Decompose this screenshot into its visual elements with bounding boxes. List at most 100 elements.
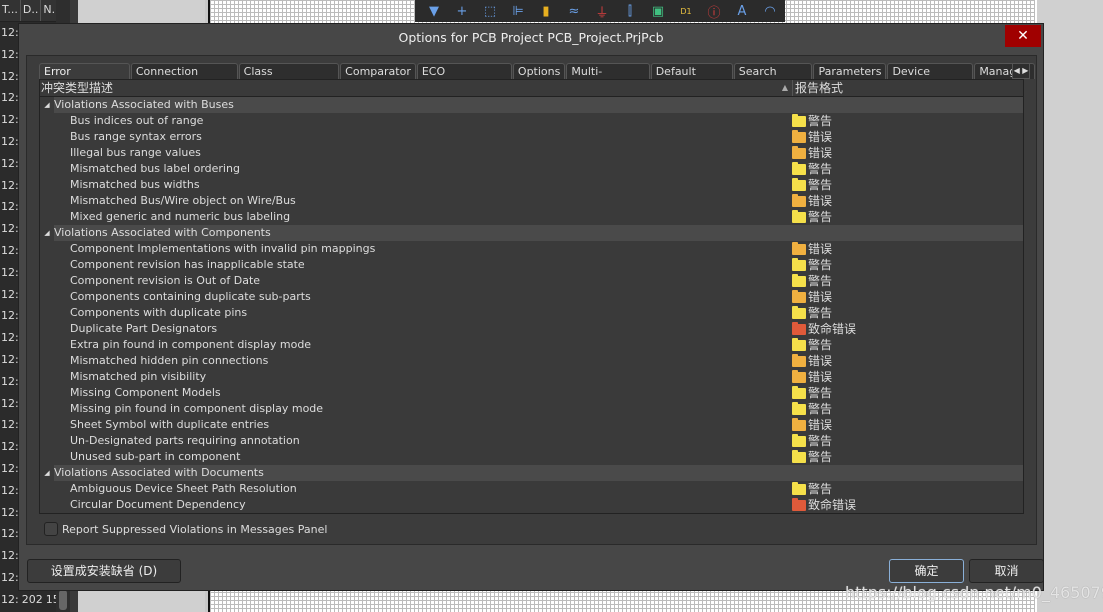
report-mode-select[interactable]: 致命错误 <box>792 321 856 337</box>
port-icon[interactable]: ⫿ <box>619 4 641 19</box>
tab-device-sheets[interactable]: Device Sheets <box>887 63 974 93</box>
group-row[interactable]: ◢ Violations Associated with Components <box>40 225 1023 241</box>
report-mode-select[interactable]: 错误 <box>792 369 832 385</box>
tab-search-paths[interactable]: Search Paths <box>733 63 813 93</box>
ground-icon[interactable]: ⏚ <box>591 2 613 21</box>
folder-icon <box>792 161 806 175</box>
table-row[interactable]: Bus range syntax errors 错误 <box>40 129 1023 145</box>
column-description[interactable]: 冲突类型描述 ▲ <box>40 80 792 96</box>
table-row[interactable]: Unused sub-part in component 警告 <box>40 449 1023 465</box>
report-mode-select[interactable]: 警告 <box>792 209 832 225</box>
column-header-1[interactable]: D.. <box>21 0 42 21</box>
table-row[interactable]: Un-Designated parts requiring annotation… <box>40 433 1023 449</box>
table-row[interactable]: Component revision is Out of Date 警告 <box>40 273 1023 289</box>
text-icon[interactable]: A <box>731 4 753 19</box>
crosshair-icon[interactable]: + <box>451 4 473 19</box>
report-mode-select[interactable]: 致命错误 <box>792 497 856 513</box>
report-mode-select[interactable]: 警告 <box>792 337 832 353</box>
set-installation-defaults-button[interactable]: 设置成安装缺省 (D) <box>27 559 181 583</box>
designator-icon[interactable]: D1 <box>675 7 697 16</box>
report-mode-select[interactable]: 错误 <box>792 353 832 369</box>
table-row[interactable]: Mismatched pin visibility 错误 <box>40 369 1023 385</box>
close-button[interactable]: ✕ <box>1005 25 1041 47</box>
expand-toggle-icon[interactable]: ◢ <box>40 465 54 481</box>
table-row[interactable]: Bus indices out of range 警告 <box>40 113 1023 129</box>
report-mode-select[interactable]: 警告 <box>792 161 832 177</box>
table-row[interactable]: Circular Document Dependency 致命错误 <box>40 497 1023 513</box>
violation-name: Components containing duplicate sub-part… <box>70 290 311 303</box>
report-mode-select[interactable]: 警告 <box>792 113 832 129</box>
align-icon[interactable]: ⊫ <box>507 4 529 19</box>
table-row[interactable]: Illegal bus range values 错误 <box>40 145 1023 161</box>
table-row[interactable]: Mismatched hidden pin connections 错误 <box>40 353 1023 369</box>
report-mode-select[interactable]: 错误 <box>792 193 832 209</box>
group-row[interactable]: ◢ Violations Associated with Buses <box>40 97 1023 113</box>
folder-icon <box>792 385 806 399</box>
tab-scroll-arrows[interactable]: ◀ ▶ <box>1012 63 1030 79</box>
probe-icon[interactable]: ⓘ <box>703 2 725 21</box>
expand-toggle-icon[interactable]: ◢ <box>40 225 54 241</box>
table-row[interactable]: Mismatched bus widths 警告 <box>40 177 1023 193</box>
report-mode-label: 警告 <box>808 386 833 400</box>
cell: 202 <box>21 592 43 606</box>
table-row[interactable]: Mixed generic and numeric bus labeling 警告 <box>40 209 1023 225</box>
report-mode-select[interactable]: 警告 <box>792 449 832 465</box>
folder-icon <box>792 321 806 335</box>
checkbox-box[interactable] <box>44 522 58 536</box>
panel-row[interactable]: 12:202152 <box>0 589 67 611</box>
net-icon[interactable]: ≈ <box>563 4 585 19</box>
arc-icon[interactable]: ◠ <box>759 4 781 19</box>
report-mode-select[interactable]: 警告 <box>792 481 832 497</box>
table-row[interactable]: Duplicate Part Designators 致命错误 <box>40 321 1023 337</box>
scroll-thumb[interactable] <box>59 590 67 610</box>
report-mode-select[interactable]: 警告 <box>792 305 832 321</box>
column-report[interactable]: 报告格式 <box>792 80 843 96</box>
violation-name: Mixed generic and numeric bus labeling <box>70 210 291 223</box>
table-row[interactable]: Extra pin found in component display mod… <box>40 337 1023 353</box>
tab-multi-channel[interactable]: Multi-Channel <box>566 63 650 93</box>
report-mode-select[interactable]: 警告 <box>792 433 832 449</box>
report-mode-select[interactable]: 警告 <box>792 385 832 401</box>
ok-button[interactable]: 确定 <box>889 559 964 583</box>
filter-icon[interactable]: ▼ <box>423 4 445 19</box>
report-mode-label: 警告 <box>808 306 833 320</box>
table-row[interactable]: Missing pin found in component display m… <box>40 401 1023 417</box>
component-icon[interactable]: ▮ <box>535 4 557 19</box>
report-mode-select[interactable]: 错误 <box>792 241 832 257</box>
cancel-button[interactable]: 取消 <box>969 559 1044 583</box>
table-row[interactable]: Component revision has inapplicable stat… <box>40 257 1023 273</box>
report-mode-select[interactable]: 错误 <box>792 129 832 145</box>
violation-name: Bus range syntax errors <box>70 130 202 143</box>
report-mode-select[interactable]: 警告 <box>792 257 832 273</box>
report-mode-select[interactable]: 错误 <box>792 417 832 433</box>
report-mode-select[interactable]: 错误 <box>792 145 832 161</box>
tab-error-reporting[interactable]: Error Reporting <box>39 63 130 93</box>
expand-toggle-icon[interactable]: ◢ <box>40 97 54 113</box>
report-mode-select[interactable]: 警告 <box>792 401 832 417</box>
report-mode-select[interactable]: 警告 <box>792 273 832 289</box>
tab-strip: Error ReportingConnection MatrixClass Ge… <box>39 63 1036 93</box>
group-row[interactable]: ◢ Violations Associated with Documents <box>40 465 1023 481</box>
tab-options[interactable]: Options <box>512 63 566 79</box>
table-row[interactable]: Mismatched Bus/Wire object on Wire/Bus 错误 <box>40 193 1023 209</box>
table-row[interactable]: Components containing duplicate sub-part… <box>40 289 1023 305</box>
violation-name: Ambiguous Device Sheet Path Resolution <box>70 482 297 495</box>
table-row[interactable]: Components with duplicate pins 警告 <box>40 305 1023 321</box>
column-header-0[interactable]: T... <box>0 0 21 21</box>
tab-comparator[interactable]: Comparator <box>340 63 416 79</box>
table-row[interactable]: Ambiguous Device Sheet Path Resolution 警告 <box>40 481 1023 497</box>
tab-eco-generation[interactable]: ECO Generation <box>416 63 512 93</box>
report-mode-select[interactable]: 错误 <box>792 289 832 305</box>
tab-default-prints[interactable]: Default Prints <box>650 63 733 93</box>
report-mode-select[interactable]: 警告 <box>792 177 832 193</box>
tab-connection-matrix[interactable]: Connection Matrix <box>130 63 238 93</box>
table-row[interactable]: Component Implementations with invalid p… <box>40 241 1023 257</box>
table-row[interactable]: Mismatched bus label ordering 警告 <box>40 161 1023 177</box>
sheet-icon[interactable]: ▣ <box>647 4 669 19</box>
report-suppressed-checkbox[interactable]: Report Suppressed Violations in Messages… <box>44 522 327 536</box>
tab-parameters[interactable]: Parameters <box>813 63 887 79</box>
tab-class-generation[interactable]: Class Generation <box>238 63 340 93</box>
table-row[interactable]: Missing Component Models 警告 <box>40 385 1023 401</box>
table-row[interactable]: Sheet Symbol with duplicate entries 错误 <box>40 417 1023 433</box>
select-rect-icon[interactable]: ⬚ <box>479 4 501 19</box>
